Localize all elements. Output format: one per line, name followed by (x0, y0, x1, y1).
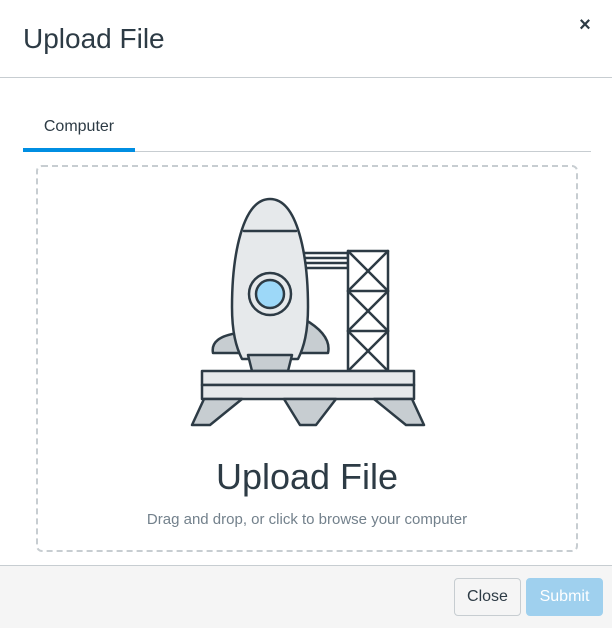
tab-list: Computer (23, 108, 591, 152)
submit-button[interactable]: Submit (526, 578, 603, 616)
close-icon[interactable]: × (574, 14, 596, 36)
upload-file-dialog: Upload File × Computer Upload File Drag … (0, 0, 612, 628)
dropzone-hint: Drag and drop, or click to browse your c… (146, 511, 468, 528)
close-button[interactable]: Close (454, 578, 521, 616)
dialog-header: Upload File × (0, 0, 612, 78)
dialog-title: Upload File (23, 23, 165, 54)
file-dropzone[interactable]: Upload File Drag and drop, or click to b… (36, 165, 578, 552)
rocket-launch-pad-illustration (190, 197, 426, 427)
dropzone-title: Upload File (215, 456, 399, 497)
tab-computer[interactable]: Computer (23, 108, 135, 152)
dialog-footer: Close Submit (0, 565, 612, 628)
